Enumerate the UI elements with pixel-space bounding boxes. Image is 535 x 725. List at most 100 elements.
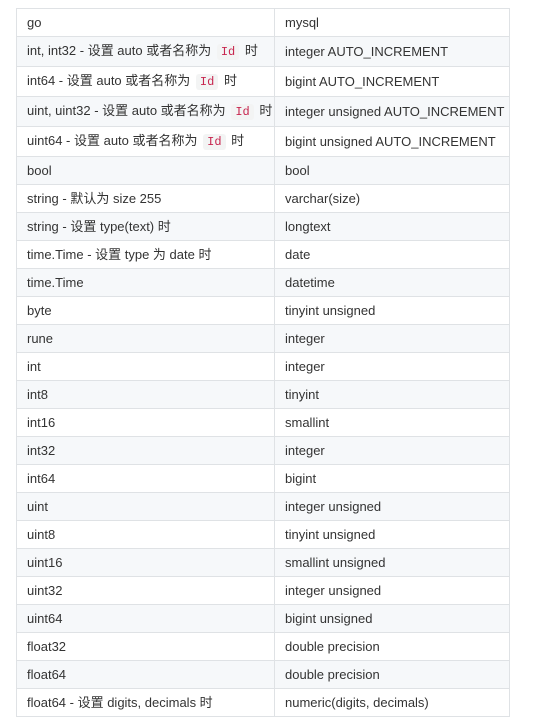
mysql-type-cell: integer unsigned: [274, 576, 510, 605]
go-type-cell: go: [16, 8, 275, 37]
go-type-cell: bool: [16, 156, 275, 185]
go-type-text: uint16: [27, 555, 63, 570]
mysql-type-cell: integer: [274, 324, 510, 353]
inline-code-id: Id: [216, 44, 240, 60]
mysql-type-cell: bigint: [274, 464, 510, 493]
table-row: go mysql: [16, 8, 510, 37]
go-type-cell: string - 默认为 size 255: [16, 184, 275, 213]
go-type-suffix: 时: [259, 103, 273, 118]
table-row: int integer: [16, 352, 510, 381]
go-type-suffix: 时: [244, 43, 258, 58]
table-row: int64 - 设置 auto 或者名称为 Id 时 bigint AUTO_IN…: [16, 66, 510, 97]
go-type-text: int32: [27, 443, 56, 458]
go-type-text: uint64 - 设置 auto 或者名称为: [27, 133, 198, 148]
mysql-type-cell: bigint AUTO_INCREMENT: [274, 66, 510, 97]
go-type-cell: float64: [16, 660, 275, 689]
go-type-cell: uint: [16, 492, 275, 521]
go-type-text: float64 - 设置 digits, decimals 时: [27, 695, 213, 710]
table-row: float64 - 设置 digits, decimals 时 numeric(d…: [16, 688, 510, 717]
table-row: float64 double precision: [16, 660, 510, 689]
table-row: float32 double precision: [16, 632, 510, 661]
mysql-type-cell: bool: [274, 156, 510, 185]
go-type-cell: float64 - 设置 digits, decimals 时: [16, 688, 275, 717]
go-type-text: float32: [27, 639, 67, 654]
go-type-cell: int32: [16, 436, 275, 465]
go-type-text: int64: [27, 471, 56, 486]
mysql-type-cell: integer: [274, 352, 510, 381]
go-type-cell: uint, uint32 - 设置 auto 或者名称为 Id 时: [16, 96, 275, 127]
go-type-cell: uint8: [16, 520, 275, 549]
mysql-type-cell: integer unsigned AUTO_INCREMENT: [274, 96, 510, 127]
go-type-text: string - 设置 type(text) 时: [27, 219, 171, 234]
table-row: uint64 - 设置 auto 或者名称为 Id 时 bigint unsign…: [16, 126, 510, 157]
go-type-text: int64 - 设置 auto 或者名称为: [27, 73, 191, 88]
table-row: time.Time - 设置 type 为 date 时 date: [16, 240, 510, 269]
type-mapping-table: go mysql int, int32 - 设置 auto 或者名称为 Id 时 in…: [16, 8, 510, 717]
table-row: time.Time datetime: [16, 268, 510, 297]
mysql-type-cell: smallint unsigned: [274, 548, 510, 577]
mysql-type-cell: varchar(size): [274, 184, 510, 213]
go-type-text: string - 默认为 size 255: [27, 191, 162, 206]
go-type-text: int: [27, 359, 41, 374]
table-row: bool bool: [16, 156, 510, 185]
go-type-cell: byte: [16, 296, 275, 325]
table-row: string - 设置 type(text) 时 longtext: [16, 212, 510, 241]
mysql-type-cell: integer unsigned: [274, 492, 510, 521]
mysql-type-cell: tinyint unsigned: [274, 296, 510, 325]
go-type-cell: int8: [16, 380, 275, 409]
go-type-cell: int, int32 - 设置 auto 或者名称为 Id 时: [16, 36, 275, 67]
go-type-text: int, int32 - 设置 auto 或者名称为: [27, 43, 212, 58]
go-type-cell: int64 - 设置 auto 或者名称为 Id 时: [16, 66, 275, 97]
mysql-type-cell: tinyint unsigned: [274, 520, 510, 549]
table-row: uint64 bigint unsigned: [16, 604, 510, 633]
go-type-text: rune: [27, 331, 54, 346]
go-type-text: int16: [27, 415, 56, 430]
go-type-text: float64: [27, 667, 67, 682]
mysql-type-cell: double precision: [274, 632, 510, 661]
go-type-text: time.Time - 设置 type 为 date 时: [27, 247, 212, 262]
go-type-text: uint: [27, 499, 48, 514]
go-type-cell: int64: [16, 464, 275, 493]
go-type-cell: uint16: [16, 548, 275, 577]
table-row: uint8 tinyint unsigned: [16, 520, 510, 549]
inline-code-id: Id: [231, 104, 254, 120]
go-type-cell: uint64 - 设置 auto 或者名称为 Id 时: [16, 126, 275, 157]
go-type-cell: uint32: [16, 576, 275, 605]
mysql-type-cell: longtext: [274, 212, 510, 241]
go-type-cell: string - 设置 type(text) 时: [16, 212, 275, 241]
mysql-type-cell: bigint unsigned AUTO_INCREMENT: [274, 126, 510, 157]
table-row: uint integer unsigned: [16, 492, 510, 521]
go-type-cell: int: [16, 352, 275, 381]
mysql-type-cell: tinyint: [274, 380, 510, 409]
go-type-cell: time.Time - 设置 type 为 date 时: [16, 240, 275, 269]
mysql-type-cell: integer AUTO_INCREMENT: [274, 36, 510, 67]
mysql-type-cell: numeric(digits, decimals): [274, 688, 510, 717]
go-type-suffix: 时: [223, 73, 237, 88]
table-row: uint16 smallint unsigned: [16, 548, 510, 577]
mysql-type-cell: date: [274, 240, 510, 269]
table-row: byte tinyint unsigned: [16, 296, 510, 325]
inline-code-id: Id: [195, 74, 219, 90]
go-type-text: go: [27, 15, 42, 30]
go-type-text: uint64: [27, 611, 63, 626]
mysql-type-cell: integer: [274, 436, 510, 465]
table-row: rune integer: [16, 324, 510, 353]
go-type-cell: int16: [16, 408, 275, 437]
table-row: int16 smallint: [16, 408, 510, 437]
table-row: uint32 integer unsigned: [16, 576, 510, 605]
table-row: int8 tinyint: [16, 380, 510, 409]
go-type-suffix: 时: [231, 133, 245, 148]
type-mapping-table-container: go mysql int, int32 - 设置 auto 或者名称为 Id 时 in…: [16, 8, 510, 717]
table-row: int64 bigint: [16, 464, 510, 493]
mysql-type-cell: double precision: [274, 660, 510, 689]
mysql-type-cell: mysql: [274, 8, 510, 37]
mysql-type-cell: bigint unsigned: [274, 604, 510, 633]
go-type-cell: uint64: [16, 604, 275, 633]
go-type-cell: rune: [16, 324, 275, 353]
table-row: string - 默认为 size 255 varchar(size): [16, 184, 510, 213]
go-type-text: int8: [27, 387, 48, 402]
go-type-cell: float32: [16, 632, 275, 661]
table-row: uint, uint32 - 设置 auto 或者名称为 Id 时 integer…: [16, 96, 510, 127]
mysql-type-cell: smallint: [274, 408, 510, 437]
table-body: go mysql int, int32 - 设置 auto 或者名称为 Id 时 in…: [16, 8, 510, 717]
